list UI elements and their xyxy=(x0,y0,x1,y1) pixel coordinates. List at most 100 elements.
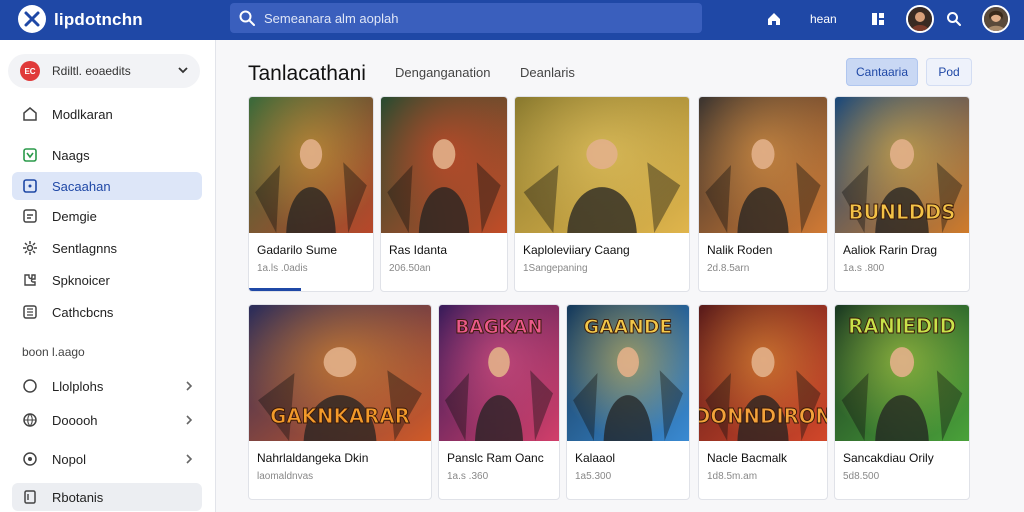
collection-icon xyxy=(23,305,37,319)
game-title[interactable]: Nahrlaldangeka Dkin xyxy=(257,451,368,465)
sidebar-item-demgie[interactable]: Demgie xyxy=(12,202,202,230)
sidebar-item-label: Nopol xyxy=(52,452,86,467)
game-card[interactable]: RANIEDID Sancakdiau Orily 5d8.500 xyxy=(834,304,970,500)
game-meta: 1a.ls .0adis xyxy=(257,263,308,274)
game-cover-image[interactable]: DONNDIRON xyxy=(699,305,827,441)
secondary-button[interactable]: Pod xyxy=(926,58,972,86)
grid-icon[interactable] xyxy=(868,9,888,29)
search-icon xyxy=(239,10,255,26)
app-title: lipdotnchn xyxy=(54,10,143,29)
document-icon xyxy=(23,209,37,223)
home-icon xyxy=(23,107,37,121)
game-title[interactable]: Gadarilo Sume xyxy=(257,243,337,257)
game-title[interactable]: Nacle Bacmalk xyxy=(707,451,787,465)
sidebar-item-dooooh[interactable]: Dooooh xyxy=(12,406,202,434)
game-cover-image[interactable]: BAGKAN xyxy=(439,305,559,441)
chevron-right-icon xyxy=(186,415,193,425)
game-cover-image[interactable]: GAANDE xyxy=(567,305,689,441)
circle-icon xyxy=(23,379,37,393)
main-content: Tanlacathani Denganganation Deanlaris Ca… xyxy=(216,40,1024,512)
top-bar: lipdotnchn hean xyxy=(0,0,1024,40)
sidebar-item-label: Demgie xyxy=(52,209,97,224)
chevron-right-icon xyxy=(186,454,193,464)
puzzle-icon xyxy=(24,274,36,286)
globe-icon xyxy=(23,413,37,427)
game-meta: laomaldnvas xyxy=(257,471,314,482)
search-input[interactable] xyxy=(264,6,684,30)
sidebar-item-label: Cathcbcns xyxy=(52,305,114,320)
game-title[interactable]: Ras Idanta xyxy=(389,243,447,257)
shield-icon xyxy=(23,452,37,466)
game-title[interactable]: Kaploleviiary Caang xyxy=(523,243,630,257)
svg-text:BAGKAN: BAGKAN xyxy=(455,317,543,338)
game-cover-image[interactable]: GAKNKARAR xyxy=(249,305,431,441)
sidebar-item-sentlagnns[interactable]: Sentlagnns xyxy=(12,234,202,262)
sidebar-item-naags[interactable]: Naags xyxy=(12,141,202,169)
game-meta: 1d8.5m.am xyxy=(707,471,758,482)
game-card[interactable]: Gadarilo Sume 1a.ls .0adis xyxy=(248,96,374,292)
svg-text:GAKNKARAR: GAKNKARAR xyxy=(270,405,410,428)
sidebar-item-sacaahan[interactable]: Sacaahan xyxy=(12,172,202,200)
chevron-right-icon xyxy=(186,381,193,391)
account-selector[interactable]: EC Rdiltl. eoaedits xyxy=(8,54,200,88)
game-cover-image[interactable] xyxy=(699,97,827,233)
sidebar: EC Rdiltl. eoaedits Modlkaran Naags Saca… xyxy=(0,40,216,512)
game-card[interactable]: Ras Idanta 206.50an xyxy=(380,96,508,292)
svg-text:BUNLDDS: BUNLDDS xyxy=(849,201,956,224)
game-title[interactable]: Kalaaol xyxy=(575,451,615,465)
game-title[interactable]: Sancakdiau Orily xyxy=(843,451,934,465)
account-label: Rdiltl. eoaedits xyxy=(52,64,131,78)
sidebar-item-rbotanis[interactable]: Rbotanis xyxy=(12,483,202,511)
profile-avatar[interactable] xyxy=(982,5,1010,33)
game-cover-image[interactable] xyxy=(381,97,507,233)
sidebar-item-llolplohs[interactable]: Llolplohs xyxy=(12,372,202,400)
game-meta: 1Sangepaning xyxy=(523,263,588,274)
sidebar-item-label: Naags xyxy=(52,148,90,163)
game-card[interactable]: BAGKAN Panslc Ram Oanc 1a.s .360 xyxy=(438,304,560,500)
home-icon[interactable] xyxy=(764,9,784,29)
primary-button[interactable]: Cantaaria xyxy=(846,58,918,86)
game-meta: 5d8.500 xyxy=(843,471,880,482)
sidebar-item-nopol[interactable]: Nopol xyxy=(12,445,202,473)
game-card[interactable]: GAANDE Kalaaol 1a5.300 xyxy=(566,304,690,500)
game-cover-image[interactable]: BUNLDDS xyxy=(835,97,969,233)
library-icon xyxy=(23,179,37,193)
game-meta: 2d.8.5arn xyxy=(707,263,750,274)
game-cover-image[interactable] xyxy=(515,97,689,233)
sidebar-item-cathcbcns[interactable]: Cathcbcns xyxy=(12,298,202,326)
section-label: boon l.aago xyxy=(22,345,85,359)
news-icon xyxy=(23,148,37,162)
game-card[interactable]: Nalik Roden 2d.8.5arn xyxy=(698,96,828,292)
progress-bar xyxy=(249,288,302,291)
sidebar-item-label: Rbotanis xyxy=(52,490,104,505)
game-card[interactable]: DONNDIRON Nacle Bacmalk 1d8.5m.am xyxy=(698,304,828,500)
game-title[interactable]: Nalik Roden xyxy=(707,243,772,257)
game-card[interactable]: Kaploleviiary Caang 1Sangepaning xyxy=(514,96,690,292)
game-cover-image[interactable]: RANIEDID xyxy=(835,305,969,441)
game-cover-image[interactable] xyxy=(249,97,373,233)
game-title[interactable]: Aaliok Rarin Drag xyxy=(843,243,937,257)
search-bar[interactable] xyxy=(230,3,702,33)
svg-text:DONNDIRON: DONNDIRON xyxy=(699,405,827,428)
tab-denganganation[interactable]: Denganganation xyxy=(395,65,490,80)
account-badge: EC xyxy=(20,61,40,81)
sidebar-item-modlkaran[interactable]: Modlkaran xyxy=(12,100,202,128)
game-meta: 1a.s .800 xyxy=(843,263,885,274)
logo-icon[interactable] xyxy=(18,5,46,33)
game-card[interactable]: GAKNKARAR Nahrlaldangeka Dkin laomaldnvas xyxy=(248,304,432,500)
svg-text:RANIEDID: RANIEDID xyxy=(848,315,956,338)
svg-text:GAANDE: GAANDE xyxy=(584,316,672,338)
game-card[interactable]: BUNLDDS Aaliok Rarin Drag 1a.s .800 xyxy=(834,96,970,292)
top-link[interactable]: hean xyxy=(810,12,837,26)
sidebar-item-spknoicer[interactable]: Spknoicer xyxy=(12,266,202,294)
search-icon[interactable] xyxy=(944,9,964,29)
game-meta: 1a5.300 xyxy=(575,471,612,482)
sidebar-item-label: Sentlagnns xyxy=(52,241,118,256)
sidebar-item-label: Spknoicer xyxy=(52,273,110,288)
avatar[interactable] xyxy=(906,5,934,33)
sidebar-item-label: Dooooh xyxy=(52,413,98,428)
game-title[interactable]: Panslc Ram Oanc xyxy=(447,451,544,465)
settings-icon xyxy=(23,241,37,255)
tab-deanlaris[interactable]: Deanlaris xyxy=(520,65,575,80)
page-title: Tanlacathani xyxy=(248,62,366,85)
